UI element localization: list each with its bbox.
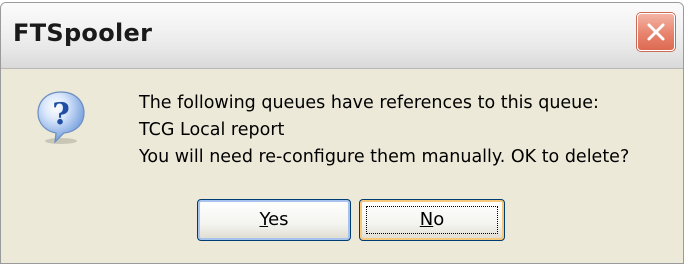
message-dialog: FTSpooler ? The following queues have re… [0, 2, 684, 264]
close-icon [647, 23, 665, 41]
yes-button-accelerator: Y [259, 209, 269, 230]
no-button-label: o [433, 209, 445, 230]
message-line-1: The following queues have references to … [139, 93, 599, 113]
yes-button[interactable]: Yes [197, 199, 351, 241]
svg-text:?: ? [52, 97, 70, 132]
message-text: The following queues have references to … [139, 90, 629, 171]
close-button[interactable] [637, 13, 675, 51]
yes-button-label: es [268, 209, 289, 230]
title-bar[interactable]: FTSpooler [1, 3, 683, 69]
no-button[interactable]: No [359, 199, 505, 241]
message-line-2: TCG Local report [139, 120, 285, 140]
dialog-body: ? The following queues have references t… [1, 69, 683, 263]
no-button-accelerator: N [419, 209, 434, 230]
message-line-3: You will need re-configure them manually… [139, 147, 630, 167]
question-icon: ? [37, 91, 85, 144]
window-title: FTSpooler [13, 19, 153, 47]
